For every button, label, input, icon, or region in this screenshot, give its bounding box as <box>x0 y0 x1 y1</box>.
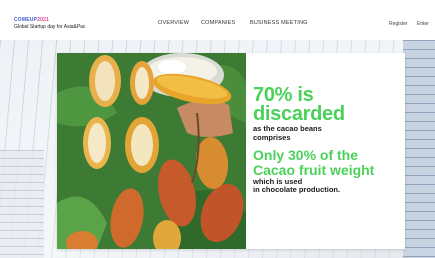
enter-link[interactable]: Enter <box>417 21 429 27</box>
top-header: COMEUP2021 Global Startup day for Asia&P… <box>0 0 435 40</box>
nav-companies[interactable]: COMPANIES <box>201 20 235 26</box>
logo-brand-part2: 2021 <box>37 17 50 23</box>
cacao-photo <box>57 53 246 249</box>
building-right <box>403 40 435 258</box>
content-slide: 70% is discarded as the cacao beans comp… <box>57 53 405 249</box>
subtext-line-2: comprises <box>253 132 291 142</box>
logo-tagline: Global Startup day for Asia&Pac <box>14 24 86 30</box>
register-link[interactable]: Register <box>389 21 408 27</box>
cacao-photo-illustration <box>57 53 246 249</box>
nav-overview[interactable]: OVERVIEW <box>158 20 189 26</box>
slide-text: 70% is discarded as the cacao beans comp… <box>253 85 375 195</box>
detail-line-2: in chocolate production. <box>253 185 341 195</box>
headline-line-2: discarded <box>253 103 345 125</box>
logo-brand: COMEUP2021 <box>14 18 85 23</box>
comeup-logo[interactable]: COMEUP2021 Global Startup day for Asia&P… <box>14 18 85 30</box>
nav-business-meeting[interactable]: BUSINESS MEETING <box>250 20 308 26</box>
highlight-line-1: Only 30% of the <box>253 147 359 164</box>
logo-brand-part1: COMEUP <box>14 17 38 23</box>
highlight-line-2: Cacao fruit weight <box>253 161 375 178</box>
building-left <box>0 150 44 258</box>
